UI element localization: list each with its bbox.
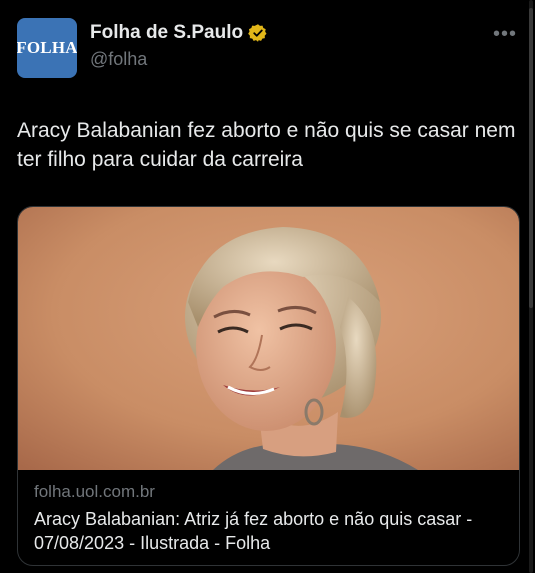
avatar[interactable]: FOLHA bbox=[17, 18, 77, 78]
author-display-name[interactable]: Folha de S.Paulo bbox=[90, 22, 243, 44]
post: FOLHA Folha de S.Paulo @folha ••• Aracy … bbox=[0, 0, 535, 573]
link-preview-card[interactable]: folha.uol.com.br Aracy Balabanian: Atriz… bbox=[17, 206, 520, 566]
author-handle[interactable]: @folha bbox=[90, 49, 147, 70]
verified-badge-icon bbox=[248, 23, 268, 43]
post-text: Aracy Balabanian fez aborto e não quis s… bbox=[17, 119, 516, 171]
more-options-icon[interactable]: ••• bbox=[493, 23, 517, 46]
link-domain[interactable]: folha.uol.com.br bbox=[34, 482, 504, 502]
link-preview-image bbox=[18, 207, 519, 470]
scrollbar-thumb[interactable] bbox=[529, 8, 533, 308]
link-preview-meta: folha.uol.com.br Aracy Balabanian: Atriz… bbox=[34, 482, 504, 555]
author-name-row: Folha de S.Paulo bbox=[90, 22, 268, 44]
avatar-logo-text: FOLHA bbox=[17, 38, 77, 57]
link-title[interactable]: Aracy Balabanian: Atriz já fez aborto e … bbox=[34, 507, 504, 555]
